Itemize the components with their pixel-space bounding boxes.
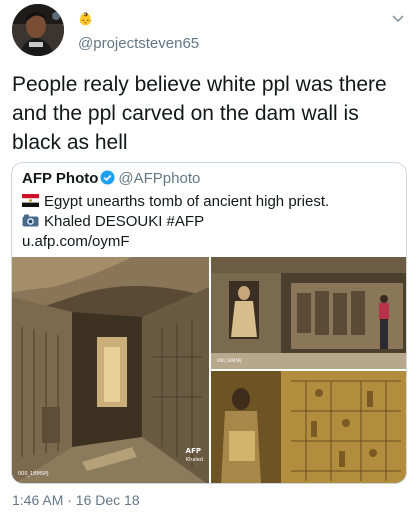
camera-icon bbox=[22, 214, 39, 227]
quoted-author-name[interactable]: AFP Photo bbox=[22, 170, 98, 187]
photo-carved-wall[interactable] bbox=[211, 371, 406, 483]
quoted-tweet[interactable]: AFP Photo @AFPphoto Egypt unearths tomb … bbox=[11, 162, 407, 484]
photo-statues-wall[interactable]: 000_1BM5PJ bbox=[211, 257, 406, 369]
afp-watermark-credit: Khaled bbox=[185, 457, 203, 463]
quoted-headline: Egypt unearths tomb of ancient high prie… bbox=[44, 193, 330, 210]
quoted-tweet-header: AFP Photo @AFPphoto bbox=[22, 170, 200, 190]
tweet-timestamp[interactable]: 1:46 AM · 16 Dec 18 bbox=[12, 492, 140, 508]
baby-emoji-icon: 👶 bbox=[78, 12, 93, 26]
afp-watermark: AFP bbox=[185, 447, 201, 455]
photo-grid: 000_1BM5PJ AFP Khaled 000_1BM5PJ bbox=[12, 257, 406, 483]
quoted-line-1: Egypt unearths tomb of ancient high prie… bbox=[22, 192, 329, 212]
tweet-header: 👶 @projectsteven65 bbox=[12, 4, 408, 60]
egypt-flag-icon bbox=[22, 194, 39, 207]
quoted-line-2: Khaled DESOUKI #AFP bbox=[22, 212, 204, 232]
quoted-author-handle[interactable]: @AFPphoto bbox=[118, 170, 200, 187]
chevron-down-icon[interactable] bbox=[390, 10, 406, 26]
photo-id-mark: 000_1BM5PJ bbox=[217, 358, 242, 363]
photo-tomb-corridor[interactable]: 000_1BM5PJ AFP Khaled bbox=[12, 257, 209, 483]
quoted-credit: Khaled DESOUKI #AFP bbox=[44, 213, 205, 230]
tweet-text: People realy believe white ppl was there… bbox=[12, 73, 387, 154]
photo-caption: 000_1BM5PJ bbox=[18, 471, 49, 477]
quoted-link[interactable]: u.afp.com/oymF bbox=[22, 232, 130, 252]
avatar[interactable] bbox=[12, 4, 64, 56]
verified-badge-icon bbox=[100, 170, 115, 185]
author-handle[interactable]: @projectsteven65 bbox=[78, 35, 199, 52]
